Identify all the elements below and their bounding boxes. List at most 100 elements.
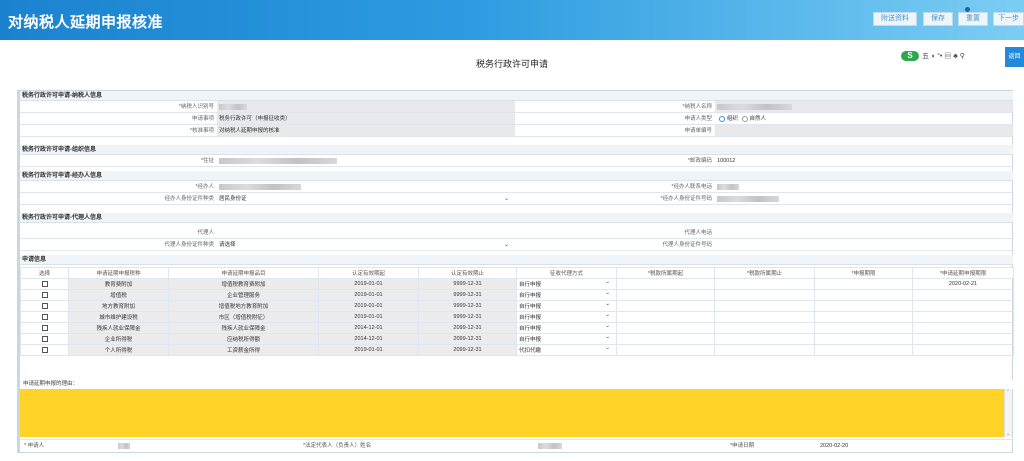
filing-deadline-input[interactable] bbox=[814, 300, 913, 312]
agent-name-field[interactable] bbox=[217, 181, 515, 192]
tax-item-cell: 市区（增值税附征） bbox=[168, 311, 319, 323]
row-checkbox[interactable] bbox=[41, 324, 48, 331]
row-checkbox[interactable] bbox=[41, 302, 48, 309]
filing-deadline-input[interactable] bbox=[814, 289, 913, 301]
tax-type-cell: 城市维护建设税 bbox=[68, 311, 169, 323]
filing-deadline-input[interactable] bbox=[814, 311, 913, 323]
proxy-idtype-value: 请选择 bbox=[219, 242, 236, 248]
reset-button[interactable]: 重置 bbox=[958, 12, 988, 26]
application-date-field[interactable]: 2020-02-20 bbox=[820, 440, 848, 452]
filing-deadline-input[interactable] bbox=[814, 333, 913, 345]
collection-mode-select[interactable]: 自行申报 ⌄ bbox=[516, 278, 617, 290]
period-end-input[interactable] bbox=[714, 344, 815, 356]
proxy-idtype-label: 代理人身份证件种类 bbox=[164, 242, 214, 248]
agent-phone-field[interactable] bbox=[715, 181, 1013, 192]
tax-type-cell: 残疾人就业保障金 bbox=[68, 322, 169, 334]
row-checkbox[interactable] bbox=[41, 280, 48, 287]
tax-type-cell: 个人所得税 bbox=[68, 344, 169, 356]
taxpayer-name-label: *纳税人名称 bbox=[682, 104, 712, 110]
column-header: *申请延期申报期限 bbox=[912, 267, 1014, 279]
column-header: *税款所属期起 bbox=[616, 267, 715, 279]
scroll-up-icon[interactable]: ⌃ bbox=[1006, 389, 1010, 395]
period-end-input[interactable] bbox=[714, 333, 815, 345]
tax-type-cell: 地方教育附加 bbox=[68, 300, 169, 312]
collection-mode-select[interactable]: 自行申报 ⌄ bbox=[516, 333, 617, 345]
row-proxy-id: 代理人身份证件种类 请选择 ⌄ 代理人身份证件号码 bbox=[20, 239, 1013, 251]
collection-mode-value: 自行申报 bbox=[519, 282, 542, 288]
applicant-field[interactable] bbox=[118, 440, 130, 452]
collection-mode-select[interactable]: 自行申报 ⌄ bbox=[516, 322, 617, 334]
period-start-input[interactable] bbox=[616, 300, 715, 312]
row-checkbox[interactable] bbox=[41, 335, 48, 342]
valid-start-cell: 2014-12-01 bbox=[318, 322, 419, 334]
sogou-ime-icon[interactable]: S bbox=[901, 51, 919, 61]
proxy-idtype-select[interactable]: 请选择 ⌄ bbox=[217, 239, 515, 250]
valid-end-cell: 9999-12-31 bbox=[418, 300, 517, 312]
period-end-input[interactable] bbox=[714, 278, 815, 290]
period-start-input[interactable] bbox=[616, 333, 715, 345]
collection-mode-value: 自行申报 bbox=[519, 304, 542, 310]
row-checkbox[interactable] bbox=[41, 291, 48, 298]
back-button[interactable]: 返回 bbox=[1005, 47, 1024, 67]
collection-mode-select[interactable]: 代扣代缴 ⌄ bbox=[516, 344, 617, 356]
next-step-button[interactable]: 下一步 bbox=[993, 12, 1024, 26]
collection-mode-value: 自行申报 bbox=[519, 326, 542, 332]
filing-deadline-input[interactable] bbox=[814, 322, 913, 334]
period-start-input[interactable] bbox=[616, 311, 715, 323]
deferral-deadline-input[interactable]: 2020-02-21 bbox=[912, 278, 1014, 290]
valid-start-cell: 2019-01-01 bbox=[318, 289, 419, 301]
legal-rep-field[interactable] bbox=[538, 440, 562, 452]
period-end-input[interactable] bbox=[714, 300, 815, 312]
agent-idno-label: *经办人身份证件号码 bbox=[660, 196, 712, 202]
input-method-toolbar[interactable]: S 五 ◗ °• ▤ ♣ ⚲ bbox=[901, 50, 965, 62]
period-start-input[interactable] bbox=[616, 289, 715, 301]
radio-organization[interactable] bbox=[719, 115, 725, 122]
collection-mode-select[interactable]: 自行申报 ⌄ bbox=[516, 311, 617, 323]
agent-idno-field[interactable] bbox=[715, 193, 1013, 204]
ime-tool-icons[interactable]: 五 ◗ °• ▤ ♣ ⚲ bbox=[922, 51, 965, 61]
row-checkbox[interactable] bbox=[41, 346, 48, 353]
period-end-input[interactable] bbox=[714, 322, 815, 334]
period-start-input[interactable] bbox=[616, 344, 715, 356]
period-start-input[interactable] bbox=[616, 278, 715, 290]
deferral-deadline-input[interactable] bbox=[912, 311, 1014, 323]
approval-item-field[interactable]: 对纳税人延期申报的核准 bbox=[217, 125, 515, 136]
table-row: 地方教育附加 增值税地方教育附加 2019-01-01 9999-12-31 自行申报 ⌄ bbox=[20, 300, 1014, 312]
reason-textarea[interactable] bbox=[20, 389, 1005, 437]
address-field[interactable] bbox=[217, 155, 515, 166]
proxy-idno-field[interactable] bbox=[715, 239, 1013, 250]
period-end-input[interactable] bbox=[714, 311, 815, 323]
attachments-button[interactable]: 附送资料 bbox=[873, 12, 917, 26]
period-start-input[interactable] bbox=[616, 322, 715, 334]
collection-mode-select[interactable]: 自行申报 ⌄ bbox=[516, 300, 617, 312]
proxy-name-field[interactable] bbox=[217, 227, 515, 238]
postcode-field[interactable]: 100012 bbox=[715, 155, 1013, 166]
chevron-down-icon: ⌄ bbox=[605, 301, 610, 308]
taxpayer-id-field[interactable] bbox=[217, 101, 515, 112]
table-row: 个人所得税 工资薪金所得 2019-01-01 2099-12-31 代扣代缴 ⌄ bbox=[20, 344, 1014, 356]
application-doc-field[interactable] bbox=[715, 125, 1013, 136]
period-end-input[interactable] bbox=[714, 289, 815, 301]
row-checkbox[interactable] bbox=[41, 313, 48, 320]
scroll-down-icon[interactable]: ⌄ bbox=[1006, 431, 1010, 437]
proxy-phone-field[interactable] bbox=[715, 227, 1013, 238]
collection-mode-select[interactable]: 自行申报 ⌄ bbox=[516, 289, 617, 301]
agent-idtype-select[interactable]: 居民身份证 ⌄ bbox=[217, 193, 515, 204]
radio-natural-person[interactable] bbox=[741, 115, 748, 122]
deferral-deadline-input[interactable] bbox=[912, 344, 1014, 356]
deferral-deadline-input[interactable] bbox=[912, 300, 1014, 312]
filing-deadline-input[interactable] bbox=[814, 344, 913, 356]
taxpayer-name-field[interactable] bbox=[715, 101, 1013, 112]
valid-end-cell: 9999-12-31 bbox=[418, 278, 517, 290]
deferral-deadline-input[interactable] bbox=[912, 322, 1014, 334]
section-taxpayer: 税务行政许可申请-纳税人信息 bbox=[20, 91, 1013, 101]
deferral-deadline-input[interactable] bbox=[912, 289, 1014, 301]
application-item-field[interactable]: 税务行政许可（申报征收类） bbox=[217, 113, 515, 124]
proxy-idno-label: 代理人身份证件号码 bbox=[662, 242, 712, 248]
filing-deadline-input[interactable] bbox=[814, 278, 913, 290]
save-button[interactable]: 保存 bbox=[923, 12, 953, 26]
row-select-cell bbox=[20, 344, 69, 356]
deferral-deadline-input[interactable] bbox=[912, 333, 1014, 345]
chevron-down-icon: ⌄ bbox=[605, 279, 610, 286]
reason-scrollbar[interactable]: ⌃ ⌄ bbox=[1004, 389, 1012, 437]
